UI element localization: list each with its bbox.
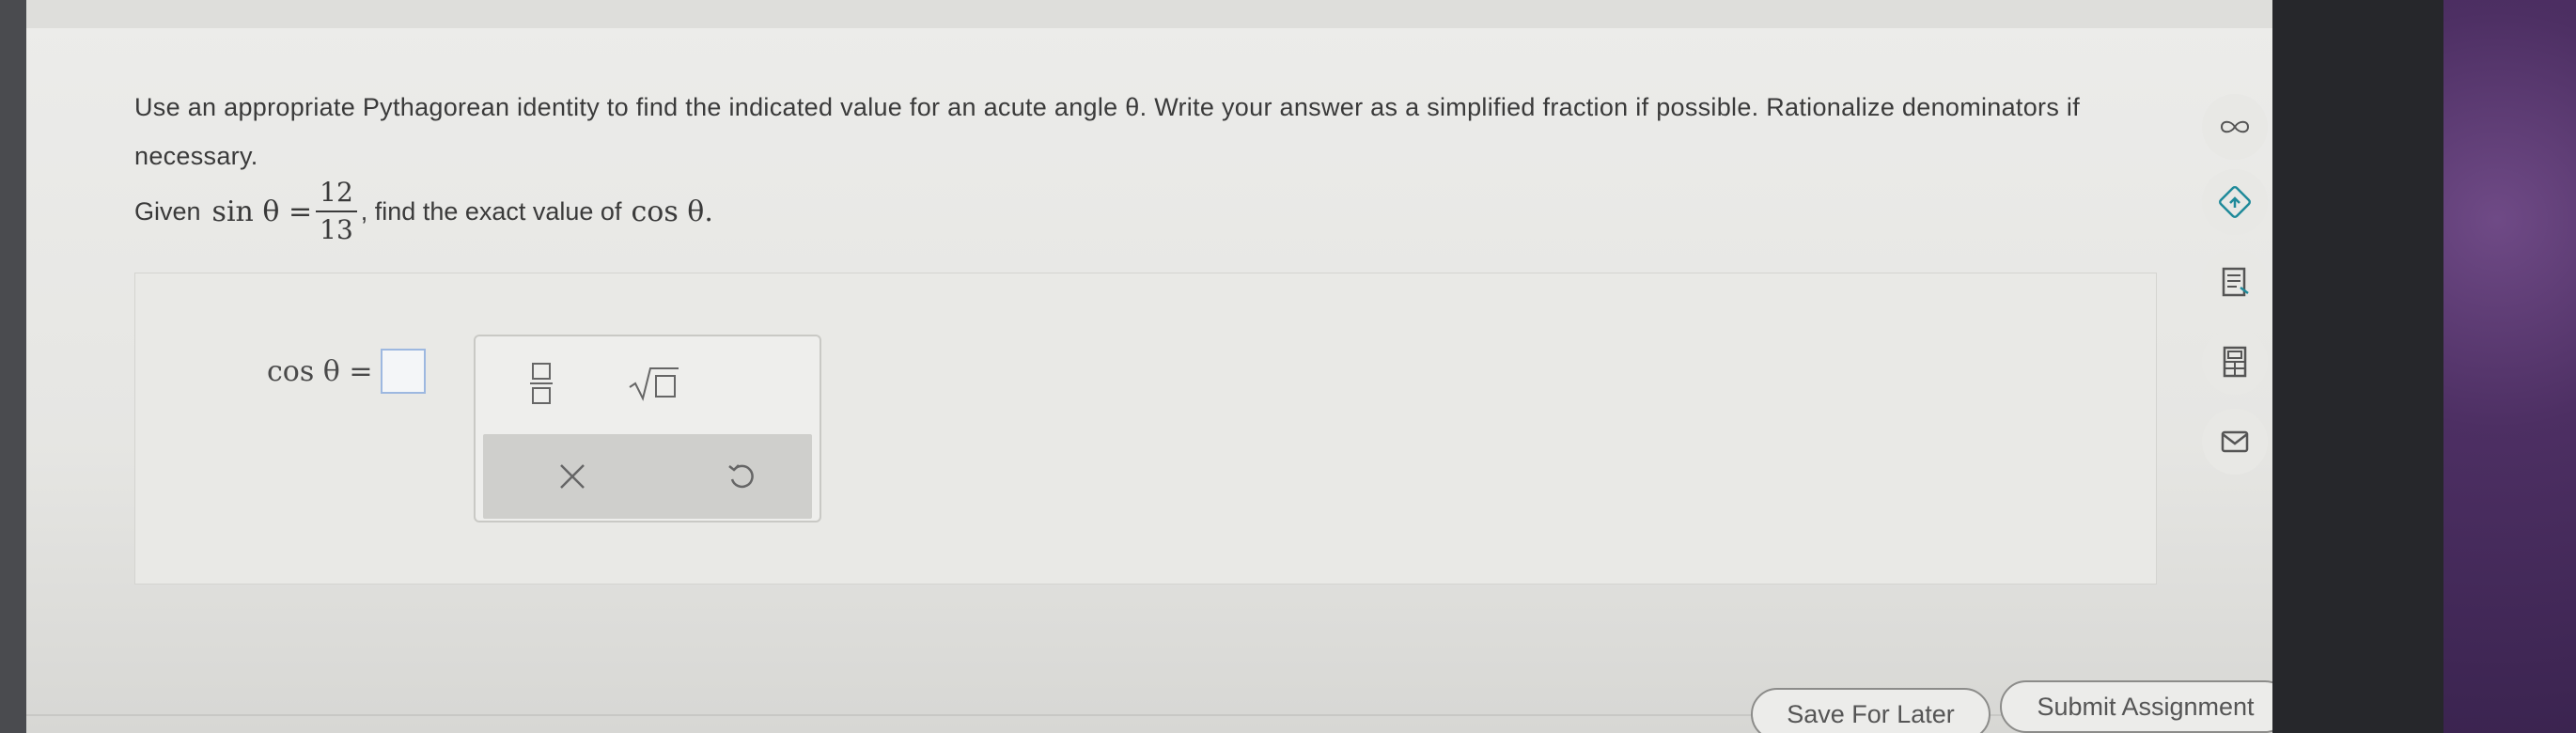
save-for-later-button[interactable]: Save For Later xyxy=(1751,688,1991,733)
textbook-tool[interactable] xyxy=(2202,249,2268,315)
given-fraction: 12 13 xyxy=(316,175,357,248)
message-tool[interactable] xyxy=(2202,409,2268,475)
monitor-bezel xyxy=(2272,0,2451,733)
palette-templates xyxy=(476,336,820,430)
undo-icon xyxy=(728,464,754,489)
square-root-icon xyxy=(629,367,679,401)
question-instructions: Use an appropriate Pythagorean identity … xyxy=(134,93,2081,170)
clear-button[interactable] xyxy=(539,448,605,505)
fraction-icon xyxy=(530,363,553,404)
fraction-numerator: 12 xyxy=(316,175,357,212)
textbook-icon xyxy=(2222,267,2249,297)
assignment-screen: Use an appropriate Pythagorean identity … xyxy=(26,0,2282,733)
answer-label: cos θ = xyxy=(267,354,373,388)
given-lhs: sin θ = xyxy=(211,195,313,228)
hint-tool[interactable] xyxy=(2202,169,2268,235)
given-suffix: , find the exact value of xyxy=(360,196,622,226)
given-prefix: Given xyxy=(134,196,201,226)
hint-icon xyxy=(2219,186,2251,218)
fraction-denominator: 13 xyxy=(320,214,353,245)
answer-panel: cos θ = xyxy=(134,273,2157,585)
infinity-icon xyxy=(2220,120,2250,133)
calculator-icon xyxy=(2223,346,2247,378)
submit-assignment-button[interactable]: Submit Assignment xyxy=(2000,680,2282,733)
palette-actions xyxy=(483,434,812,519)
monitor-left-edge xyxy=(0,0,28,733)
fraction-button[interactable] xyxy=(513,355,570,412)
calculator-tool[interactable] xyxy=(2202,329,2268,395)
given-statement: Given sin θ = 12 13 , find the exact val… xyxy=(134,169,713,254)
target-value: cos θ. xyxy=(631,195,713,228)
answer-row: cos θ = xyxy=(267,349,426,394)
top-strip xyxy=(26,0,2282,28)
infinity-tool[interactable] xyxy=(2202,94,2268,160)
background-surface xyxy=(2443,0,2576,733)
answer-input[interactable] xyxy=(380,349,426,394)
square-root-button[interactable] xyxy=(617,355,692,412)
message-icon xyxy=(2221,430,2249,453)
undo-button[interactable] xyxy=(709,448,774,505)
math-palette xyxy=(474,335,821,522)
clear-icon xyxy=(560,464,585,489)
